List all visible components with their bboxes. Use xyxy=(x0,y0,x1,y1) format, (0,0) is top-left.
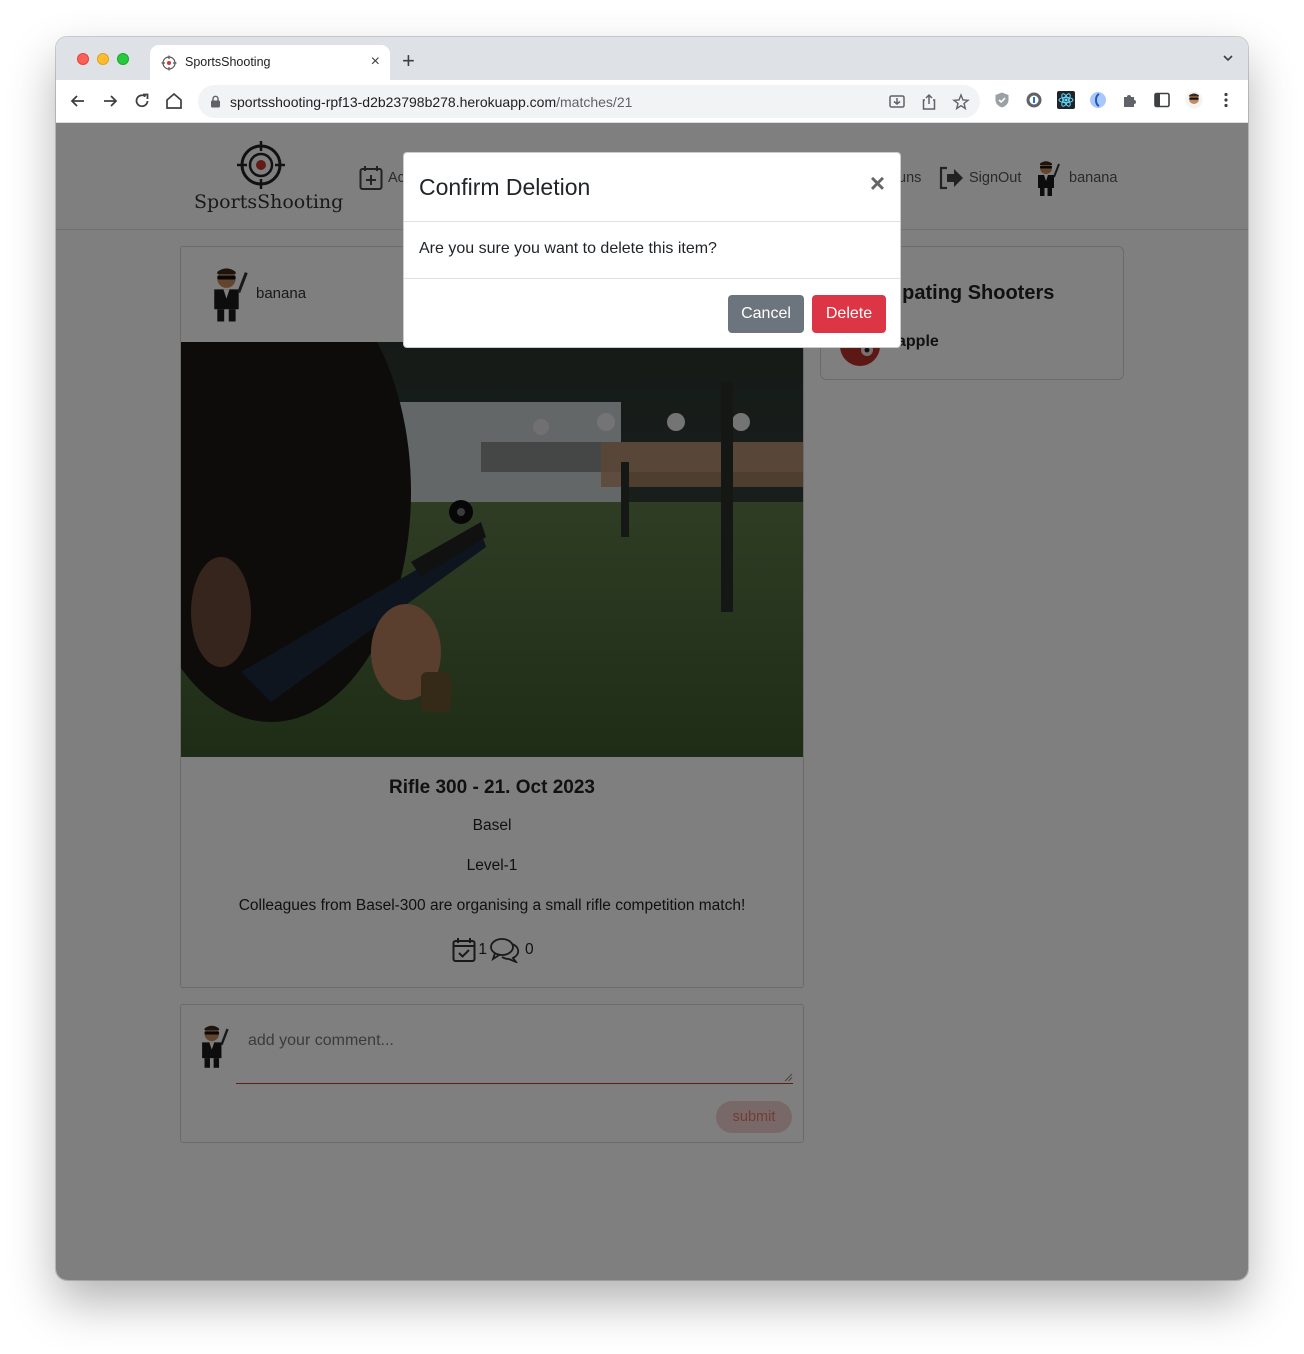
modal-message: Are you sure you want to delete this ite… xyxy=(419,240,717,257)
bookmark-star-icon[interactable] xyxy=(952,93,970,111)
tab-strip: SportsShooting × + xyxy=(56,37,1248,80)
shield-extension-icon[interactable] xyxy=(993,91,1011,109)
url-text: sportsshooting-rpf13-d2b23798b278.heroku… xyxy=(230,94,632,110)
browser-tab-active[interactable]: SportsShooting × xyxy=(150,45,390,80)
blue-circle-extension-icon[interactable] xyxy=(1089,91,1107,109)
tab-close-icon[interactable]: × xyxy=(371,53,380,71)
password-extension-icon[interactable] xyxy=(1025,91,1043,109)
install-app-icon[interactable] xyxy=(888,93,906,111)
reload-icon[interactable] xyxy=(132,91,152,111)
browser-window: SportsShooting × + sportsshooting-rpf13-… xyxy=(56,37,1248,1280)
home-icon[interactable] xyxy=(164,91,184,111)
back-arrow-icon[interactable] xyxy=(68,91,88,111)
close-icon[interactable]: × xyxy=(870,170,885,196)
browser-menu-icon[interactable] xyxy=(1217,91,1235,109)
minimize-window-button[interactable] xyxy=(97,53,109,65)
forward-arrow-icon[interactable] xyxy=(100,91,120,111)
close-window-button[interactable] xyxy=(77,53,89,65)
modal-title: Confirm Deletion xyxy=(419,174,591,200)
new-tab-button[interactable]: + xyxy=(402,50,415,72)
url-path: /matches/21 xyxy=(556,94,633,110)
tab-search-chevron-icon[interactable] xyxy=(1222,52,1234,64)
side-panel-icon[interactable] xyxy=(1153,91,1171,109)
share-icon[interactable] xyxy=(920,93,938,111)
lock-icon[interactable] xyxy=(210,95,221,108)
page-viewport: SportsShooting Ac uns xyxy=(56,123,1248,1280)
delete-button[interactable]: Delete xyxy=(812,295,886,333)
tab-title: SportsShooting xyxy=(185,55,271,69)
cancel-button[interactable]: Cancel xyxy=(728,295,804,333)
react-devtools-icon[interactable] xyxy=(1057,91,1075,109)
profile-avatar-icon[interactable] xyxy=(1185,91,1203,109)
target-favicon-icon xyxy=(161,55,177,71)
modal-body: Are you sure you want to delete this ite… xyxy=(404,222,900,279)
modal-header: Confirm Deletion × xyxy=(404,153,900,222)
address-bar[interactable]: sportsshooting-rpf13-d2b23798b278.heroku… xyxy=(198,85,980,118)
puzzle-extensions-icon[interactable] xyxy=(1121,91,1139,109)
url-domain: sportsshooting-rpf13-d2b23798b278.heroku… xyxy=(230,94,557,110)
zoom-window-button[interactable] xyxy=(117,53,129,65)
confirm-deletion-dialog: Confirm Deletion × Are you sure you want… xyxy=(403,152,901,348)
